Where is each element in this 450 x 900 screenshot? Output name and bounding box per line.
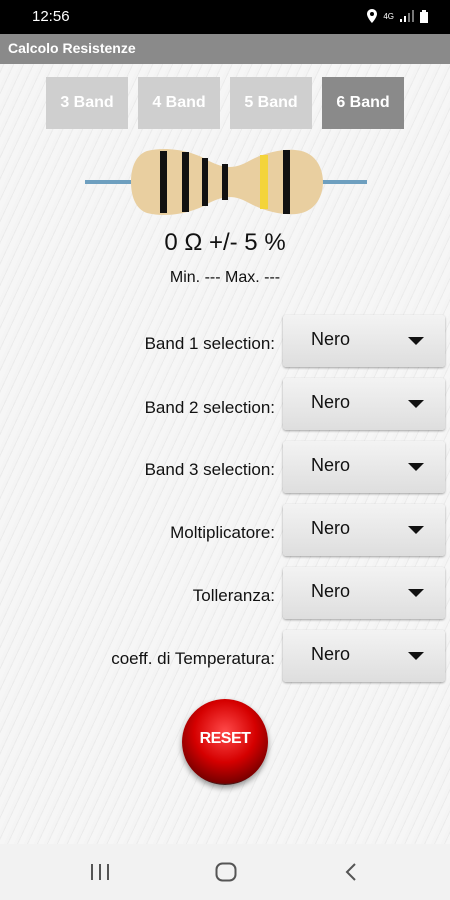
tab-5-band[interactable]: 5 Band [230, 77, 312, 129]
multiplier-label: Moltiplicatore: [170, 523, 275, 542]
reset-button-label: RESET [199, 730, 251, 747]
resistor-image [85, 149, 367, 215]
tab-3-band[interactable]: 3 Band [46, 77, 128, 129]
app-title: Calcolo Resistenze [8, 40, 136, 56]
tab-label: 6 Band [336, 94, 390, 111]
resistor-band-4 [222, 164, 228, 200]
tab-4-band[interactable]: 4 Band [138, 77, 220, 129]
home-icon[interactable] [215, 862, 237, 882]
band-1-select[interactable]: Nero [283, 315, 445, 367]
reset-button[interactable]: RESET [182, 699, 268, 785]
band-3-label: Band 3 selection: [144, 460, 275, 479]
select-value: Nero [311, 392, 351, 412]
resistor-band-1 [160, 151, 167, 213]
recent-apps-icon[interactable] [90, 864, 110, 880]
dropdown-arrow-icon [408, 589, 424, 597]
resistor-band-3 [202, 158, 208, 206]
multiplier-select[interactable]: Nero [283, 504, 445, 556]
resistance-value: 0 Ω +/- 5 % [164, 229, 286, 256]
status-time: 12:56 [32, 8, 70, 25]
navigation-bar [0, 844, 450, 900]
app-bar: Calcolo Resistenze [0, 34, 450, 64]
resistor-lead-right [317, 180, 367, 184]
main-content: 3 Band 4 Band 5 Band 6 Band 0 Ω +/- 5 % … [0, 64, 450, 844]
band-2-select[interactable]: Nero [283, 378, 445, 430]
tab-6-band[interactable]: 6 Band [322, 77, 404, 129]
select-value: Nero [311, 644, 351, 664]
status-bar: 12:56 4G [0, 0, 450, 34]
dropdown-arrow-icon [408, 400, 424, 408]
band-1-label: Band 1 selection: [144, 334, 275, 353]
dropdown-arrow-icon [408, 526, 424, 534]
dropdown-arrow-icon [408, 337, 424, 345]
tolerance-label: Tolleranza: [192, 586, 275, 605]
dropdown-arrow-icon [408, 652, 424, 660]
tab-label: 4 Band [152, 94, 206, 111]
status-icons: 4G [367, 9, 428, 23]
select-value: Nero [311, 518, 351, 538]
network-type-label: 4G [383, 11, 394, 21]
resistor-band-6 [283, 150, 290, 214]
dropdown-arrow-icon [408, 463, 424, 471]
select-value: Nero [311, 581, 351, 601]
band-2-label: Band 2 selection: [144, 398, 275, 417]
band-3-select[interactable]: Nero [283, 441, 445, 493]
back-icon[interactable] [344, 863, 358, 881]
temperature-coefficient-label: coeff. di Temperatura: [111, 649, 275, 668]
temperature-coefficient-select[interactable]: Nero [283, 630, 445, 682]
select-value: Nero [311, 455, 351, 475]
min-max-value: Min. --- Max. --- [169, 269, 281, 286]
resistor-band-2 [182, 152, 189, 212]
tab-label: 3 Band [60, 94, 114, 111]
location-icon [367, 9, 378, 23]
resistor-lead-left [85, 180, 135, 184]
tab-label: 5 Band [244, 94, 298, 111]
tolerance-select[interactable]: Nero [283, 567, 445, 619]
signal-icon [400, 10, 414, 22]
battery-icon [420, 9, 428, 23]
select-value: Nero [311, 329, 351, 349]
resistor-band-5 [260, 155, 268, 209]
